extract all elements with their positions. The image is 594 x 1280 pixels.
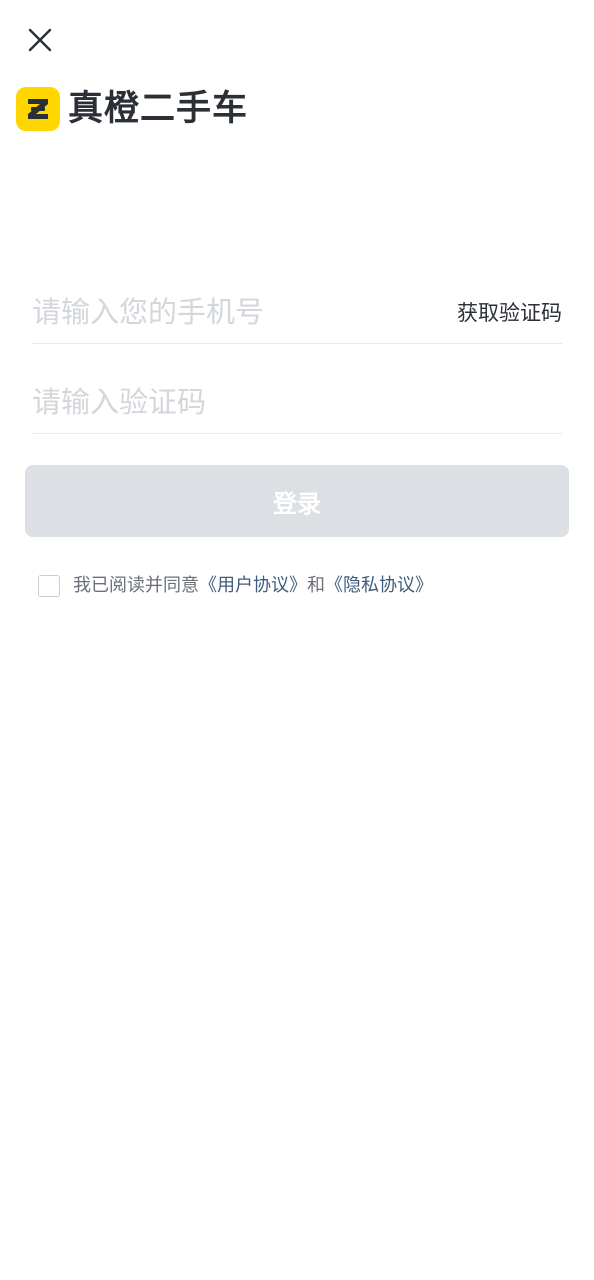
agreement-prefix: 我已阅读并同意 [73,575,199,596]
login-button[interactable]: 登录 [25,465,569,537]
code-field [32,370,562,434]
login-page: 真橙二手车 获取验证码 登录 我已阅读并同意《用户协议》和《隐私协议》 [0,0,594,1280]
code-input[interactable] [32,370,562,433]
z-logo-icon [16,87,60,131]
agreement-conjunction: 和 [307,575,325,596]
agreement-text: 我已阅读并同意《用户协议》和《隐私协议》 [73,572,433,600]
agreement-checkbox[interactable] [38,575,60,597]
phone-field: 获取验证码 [32,280,562,344]
privacy-agreement-link[interactable]: 《隐私协议》 [325,575,433,596]
brand-header: 真橙二手车 [16,86,248,132]
agreement-row: 我已阅读并同意《用户协议》和《隐私协议》 [38,572,433,600]
get-code-button[interactable]: 获取验证码 [445,297,562,327]
phone-input[interactable] [32,280,445,343]
brand-name: 真橙二手车 [68,89,249,129]
close-button[interactable] [20,20,60,60]
close-icon [28,28,52,52]
user-agreement-link[interactable]: 《用户协议》 [199,575,307,596]
